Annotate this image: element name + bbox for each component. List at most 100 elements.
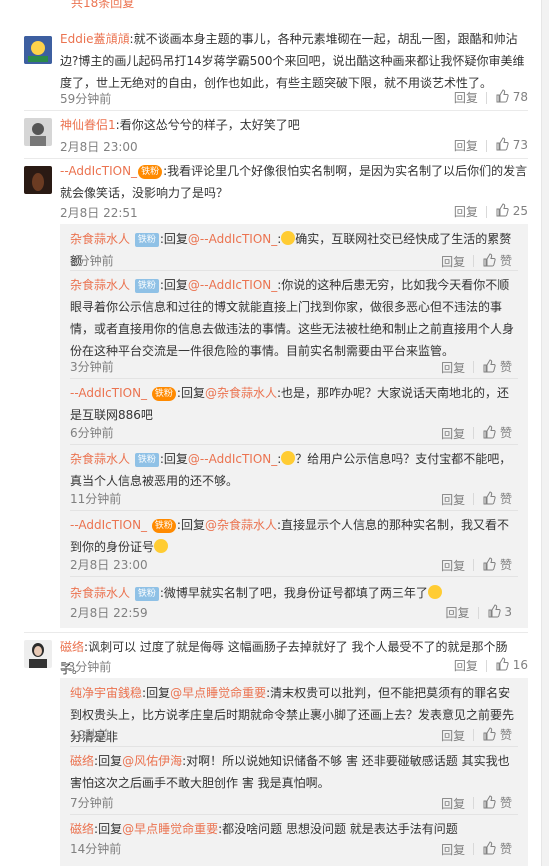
reply-username[interactable]: 纯净宇宙銭稳 [70, 686, 142, 700]
comment-actions: 回复 16 [454, 657, 528, 674]
reply-button[interactable]: 回复 [454, 657, 478, 674]
reply-item: 纯净宇宙銭稳:回复@早点睡觉命重要:清末权贵可以批判，但不能把莫须有的罪名安到权… [70, 682, 520, 748]
divider [70, 746, 518, 747]
avatar[interactable] [24, 166, 52, 194]
reply-item: --AddIcTION_ 铁粉:回复@杂食蒜水人:直接显示个人信息的那种实名制，… [70, 514, 520, 573]
reply-mention[interactable]: @杂食蒜水人 [205, 518, 277, 532]
avatar[interactable] [24, 640, 52, 668]
reply-item: 杂食蒜水人 铁粉:微博早就实名制了吧，我身份证号都填了两三年了 2月8日 22:… [70, 582, 520, 620]
reply-actions: 回复 赞 [441, 490, 512, 508]
divider [70, 510, 518, 511]
like-button[interactable]: 3 [487, 604, 512, 621]
reply-text: 杂食蒜水人 铁粉:微博早就实名制了吧，我身份证号都填了两三年了 [70, 582, 520, 604]
reply-username[interactable]: --AddIcTION_ [70, 518, 147, 532]
like-button[interactable]: 赞 [482, 726, 512, 744]
comment-time: 59分钟前 [60, 92, 112, 106]
like-button[interactable]: 赞 [482, 556, 512, 574]
reply-button[interactable]: 回复 [441, 425, 465, 442]
reply-button[interactable]: 回复 [441, 253, 465, 270]
reply-actions: 回复 赞 [441, 556, 512, 574]
reply-time: 14分钟前 [70, 842, 122, 856]
comment-actions: 回复 78 [454, 89, 528, 106]
thumb-up-icon [495, 137, 509, 154]
reply-item: 杂食蒜水人 铁粉:回复@--AddIcTION_: 确实，互联网社交已经快成了生活… [70, 228, 520, 272]
reply-mention[interactable]: @--AddIcTION_ [188, 452, 277, 466]
reply-actions: 回复 赞 [441, 424, 512, 442]
avatar[interactable] [24, 36, 52, 64]
divider [70, 814, 518, 815]
comment-username[interactable]: --AddIcTION_ [60, 164, 137, 178]
fan-badge-icon: 铁粉 [151, 519, 176, 533]
reply-text: 磁络:回复@风佑伊海:对啊！所以说她知识储备不够 害 还非要碰敏感话题 其实我也… [70, 754, 510, 790]
like-button[interactable]: 赞 [482, 252, 512, 270]
reply-username[interactable]: 杂食蒜水人 [70, 232, 130, 246]
comment-text: 神仙眷侣1:看你这怂兮兮的样子，太好笑了吧 [60, 118, 300, 132]
like-button[interactable]: 赞 [482, 794, 512, 812]
like-button[interactable]: 16 [495, 657, 528, 674]
comment-username[interactable]: Eddie蓋頏頏 [60, 32, 130, 46]
reply-button[interactable]: 回复 [441, 491, 465, 508]
like-button[interactable]: 赞 [482, 424, 512, 442]
divider [473, 493, 475, 505]
reply-button[interactable]: 回复 [446, 604, 470, 621]
reply-button[interactable]: 回复 [441, 727, 465, 744]
reply-time: 7分钟前 [70, 796, 114, 810]
comment-username[interactable]: 神仙眷侣1 [60, 118, 116, 132]
reply-button[interactable]: 回复 [454, 89, 478, 106]
reply-actions: 回复 赞 [441, 840, 512, 858]
reply-actions: 回复 3 [446, 604, 512, 621]
reply-button[interactable]: 回复 [454, 137, 478, 154]
divider [70, 270, 518, 271]
smile-emoji-icon [427, 585, 442, 599]
reply-username[interactable]: --AddIcTION_ [70, 386, 147, 400]
reply-username[interactable]: 杂食蒜水人 [70, 452, 130, 466]
reply-button[interactable]: 回复 [441, 557, 465, 574]
divider [473, 559, 475, 571]
reply-button[interactable]: 回复 [441, 841, 465, 858]
divider [473, 427, 475, 439]
like-button[interactable]: 73 [495, 137, 528, 154]
divider [24, 158, 528, 159]
reply-time: 2分钟前 [70, 254, 114, 268]
comment-time: 2月8日 22:51 [60, 206, 138, 220]
avatar[interactable] [24, 118, 52, 146]
thumb-up-icon [482, 557, 496, 574]
reply-mention[interactable]: @--AddIcTION_ [188, 232, 277, 246]
reply-mention[interactable]: @风佑伊海 [122, 754, 182, 768]
reply-item: 磁络:回复@风佑伊海:对啊！所以说她知识储备不够 害 还非要碰敏感话题 其实我也… [70, 750, 520, 811]
reply-username[interactable]: 磁络 [70, 822, 94, 836]
like-button[interactable]: 25 [495, 203, 528, 220]
thumb-up-icon [482, 253, 496, 270]
thumb-up-icon [495, 203, 509, 220]
reply-time: 2月8日 23:00 [70, 558, 148, 572]
divider [473, 843, 475, 855]
reply-username[interactable]: 杂食蒜水人 [70, 278, 130, 292]
like-button[interactable]: 78 [495, 89, 528, 106]
reply-text: --AddIcTION_ 铁粉:回复@杂食蒜水人:也是，那咋办呢？大家说话天南地… [70, 386, 510, 422]
reply-mention[interactable]: @早点睡觉命重要 [170, 686, 266, 700]
reply-username[interactable]: 杂食蒜水人 [70, 586, 130, 600]
comment-username[interactable]: 磁络 [60, 640, 84, 654]
reply-text: 杂食蒜水人 铁粉:回复@--AddIcTION_:你说的这种后患无穷，比如我今天… [70, 278, 515, 358]
like-button[interactable]: 赞 [482, 358, 512, 376]
like-button[interactable]: 赞 [482, 840, 512, 858]
reply-mention[interactable]: @--AddIcTION_ [188, 278, 277, 292]
divider [473, 361, 475, 373]
fan-badge-icon: 铁粉 [134, 233, 159, 247]
reply-button[interactable]: 回复 [441, 359, 465, 376]
reply-username[interactable]: 磁络 [70, 754, 94, 768]
reply-mention[interactable]: @早点睡觉命重要 [122, 822, 218, 836]
thumb-up-icon [495, 657, 509, 674]
fan-badge-icon: 铁粉 [134, 279, 159, 293]
reply-time: 3分钟前 [70, 360, 114, 374]
reply-button[interactable]: 回复 [441, 795, 465, 812]
show-all-replies-link[interactable]: 共18条回复 [71, 0, 134, 11]
fan-badge-icon: 铁粉 [138, 165, 163, 179]
reply-button[interactable]: 回复 [454, 203, 478, 220]
divider [485, 91, 487, 104]
comment-panel: 共18条回复 Eddie蓋頏頏:就不谈画本身主题的事儿，各种元素堆砌在一起，胡乱… [0, 0, 542, 866]
like-button[interactable]: 赞 [482, 490, 512, 508]
comment-time: 53分钟前 [60, 660, 112, 674]
reply-mention[interactable]: @杂食蒜水人 [205, 386, 277, 400]
reply-item: 杂食蒜水人 铁粉:回复@--AddIcTION_:你说的这种后患无穷，比如我今天… [70, 274, 520, 375]
